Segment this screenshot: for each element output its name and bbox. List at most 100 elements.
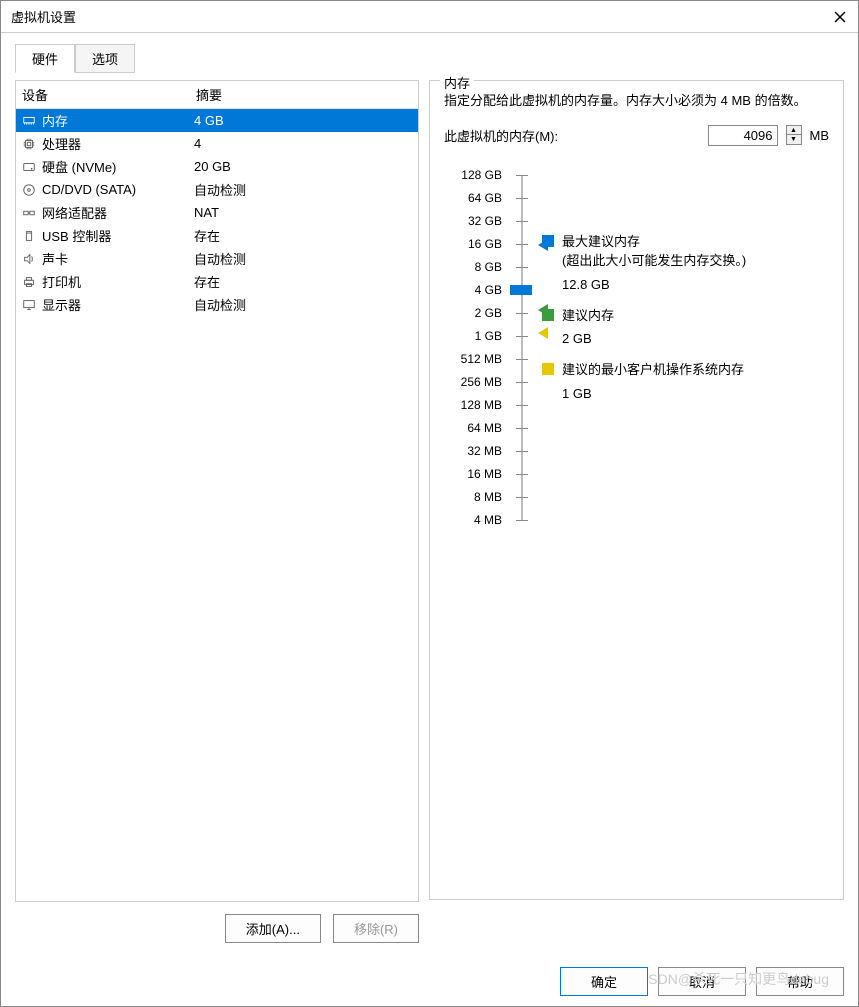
slider-track-line: [521, 175, 523, 520]
slider-tick: [516, 382, 528, 383]
legend-max-value: 12.8 GB: [542, 277, 829, 292]
slider-tick: [516, 267, 528, 268]
memory-unit: MB: [810, 128, 830, 143]
legend-rec-value: 2 GB: [542, 331, 829, 346]
display-icon: [20, 297, 38, 313]
scale-label: 64 MB: [467, 417, 502, 440]
memory-spinner[interactable]: ▲ ▼: [786, 125, 802, 145]
device-summary: 自动检测: [194, 180, 414, 199]
content-area: 硬件 选项 设备 摘要 内存4 GB处理器4硬盘 (NVMe)20 GBCD/D…: [1, 33, 858, 957]
scale-label: 16 MB: [467, 463, 502, 486]
device-name: 网络适配器: [42, 203, 194, 222]
scale-label: 32 MB: [467, 440, 502, 463]
cpu-icon: [20, 136, 38, 152]
dialog-buttons: 确定 取消 帮助: [1, 957, 858, 1006]
device-row-cpu[interactable]: 处理器4: [16, 132, 418, 155]
device-summary: 存在: [194, 226, 414, 245]
network-icon: [20, 205, 38, 221]
memory-icon: [20, 113, 38, 129]
scale-label: 8 GB: [475, 256, 502, 279]
scale-label: 256 MB: [461, 371, 502, 394]
memory-slider-area: 128 GB64 GB32 GB16 GB8 GB4 GB2 GB1 GB512…: [444, 164, 829, 532]
scale-label: 4 MB: [474, 509, 502, 532]
close-icon[interactable]: [832, 9, 848, 25]
tab-strip: 硬件 选项: [15, 43, 844, 72]
printer-icon: [20, 274, 38, 290]
device-row-memory[interactable]: 内存4 GB: [16, 109, 418, 132]
disk-icon: [20, 159, 38, 175]
scale-label: 128 MB: [461, 394, 502, 417]
cancel-button[interactable]: 取消: [658, 967, 746, 996]
slider-tick: [516, 497, 528, 498]
legend-yellow-icon: [542, 363, 554, 375]
min-marker-icon: [538, 327, 548, 339]
sound-icon: [20, 251, 38, 267]
device-summary: 20 GB: [194, 159, 414, 174]
device-name: 硬盘 (NVMe): [42, 157, 194, 176]
scale-label: 128 GB: [461, 164, 502, 187]
device-row-display[interactable]: 显示器自动检测: [16, 293, 418, 316]
ok-button[interactable]: 确定: [560, 967, 648, 996]
list-header: 设备 摘要: [16, 81, 418, 109]
device-summary: 自动检测: [194, 295, 414, 314]
device-row-usb[interactable]: USB 控制器存在: [16, 224, 418, 247]
device-row-network[interactable]: 网络适配器NAT: [16, 201, 418, 224]
device-name: USB 控制器: [42, 226, 194, 245]
memory-slider[interactable]: [512, 164, 532, 532]
slider-tick: [516, 244, 528, 245]
device-name: 处理器: [42, 134, 194, 153]
window-title: 虚拟机设置: [11, 7, 76, 26]
header-summary[interactable]: 摘要: [196, 85, 412, 104]
device-row-cd[interactable]: CD/DVD (SATA)自动检测: [16, 178, 418, 201]
legend-min-value: 1 GB: [542, 386, 829, 401]
device-row-printer[interactable]: 打印机存在: [16, 270, 418, 293]
scale-label: 8 MB: [474, 486, 502, 509]
scale-label: 64 GB: [468, 187, 502, 210]
max-marker-icon: [538, 239, 548, 251]
slider-tick: [516, 428, 528, 429]
slider-tick: [516, 474, 528, 475]
add-button[interactable]: 添加(A)...: [225, 914, 321, 943]
vm-settings-window: 虚拟机设置 硬件 选项 设备 摘要 内存4 GB处理器4硬盘 (NVMe)20 …: [0, 0, 859, 1007]
memory-input-row: 此虚拟机的内存(M): ▲ ▼ MB: [444, 125, 829, 146]
titlebar: 虚拟机设置: [1, 1, 858, 33]
device-name: 打印机: [42, 272, 194, 291]
device-name: 内存: [42, 111, 194, 130]
device-list: 设备 摘要 内存4 GB处理器4硬盘 (NVMe)20 GBCD/DVD (SA…: [15, 80, 419, 902]
remove-button[interactable]: 移除(R): [333, 914, 419, 943]
device-summary: 4: [194, 136, 414, 151]
device-name: 显示器: [42, 295, 194, 314]
spinner-down-icon[interactable]: ▼: [787, 135, 801, 144]
device-summary: 存在: [194, 272, 414, 291]
slider-tick: [516, 198, 528, 199]
tab-options[interactable]: 选项: [75, 44, 135, 73]
header-device[interactable]: 设备: [22, 85, 196, 104]
legend-min-label: 建议的最小客户机操作系统内存: [562, 360, 744, 380]
help-button[interactable]: 帮助: [756, 967, 844, 996]
tab-hardware[interactable]: 硬件: [15, 44, 75, 73]
device-row-disk[interactable]: 硬盘 (NVMe)20 GB: [16, 155, 418, 178]
scale-label: 32 GB: [468, 210, 502, 233]
scale-label: 2 GB: [475, 302, 502, 325]
slider-thumb[interactable]: [510, 285, 532, 295]
rec-marker-icon: [538, 304, 548, 316]
legend-rec-label: 建议内存: [562, 306, 614, 326]
spinner-up-icon[interactable]: ▲: [787, 126, 801, 135]
device-summary: NAT: [194, 205, 414, 220]
device-summary: 自动检测: [194, 249, 414, 268]
device-panel: 设备 摘要 内存4 GB处理器4硬盘 (NVMe)20 GBCD/DVD (SA…: [15, 72, 419, 947]
memory-legend: 最大建议内存 (超出此大小可能发生内存交换。) 12.8 GB 建议内存 2 G…: [542, 164, 829, 532]
device-name: 声卡: [42, 249, 194, 268]
device-name: CD/DVD (SATA): [42, 182, 194, 197]
scale-label: 16 GB: [468, 233, 502, 256]
memory-group-label: 内存: [440, 73, 474, 92]
device-list-body: 内存4 GB处理器4硬盘 (NVMe)20 GBCD/DVD (SATA)自动检…: [16, 109, 418, 901]
slider-tick: [516, 451, 528, 452]
slider-scale-labels: 128 GB64 GB32 GB16 GB8 GB4 GB2 GB1 GB512…: [444, 164, 502, 532]
memory-input[interactable]: [708, 125, 778, 146]
device-summary: 4 GB: [194, 113, 414, 128]
legend-max-note: (超出此大小可能发生内存交换。): [562, 251, 746, 271]
device-row-sound[interactable]: 声卡自动检测: [16, 247, 418, 270]
scale-label: 1 GB: [475, 325, 502, 348]
scale-label: 4 GB: [475, 279, 502, 302]
